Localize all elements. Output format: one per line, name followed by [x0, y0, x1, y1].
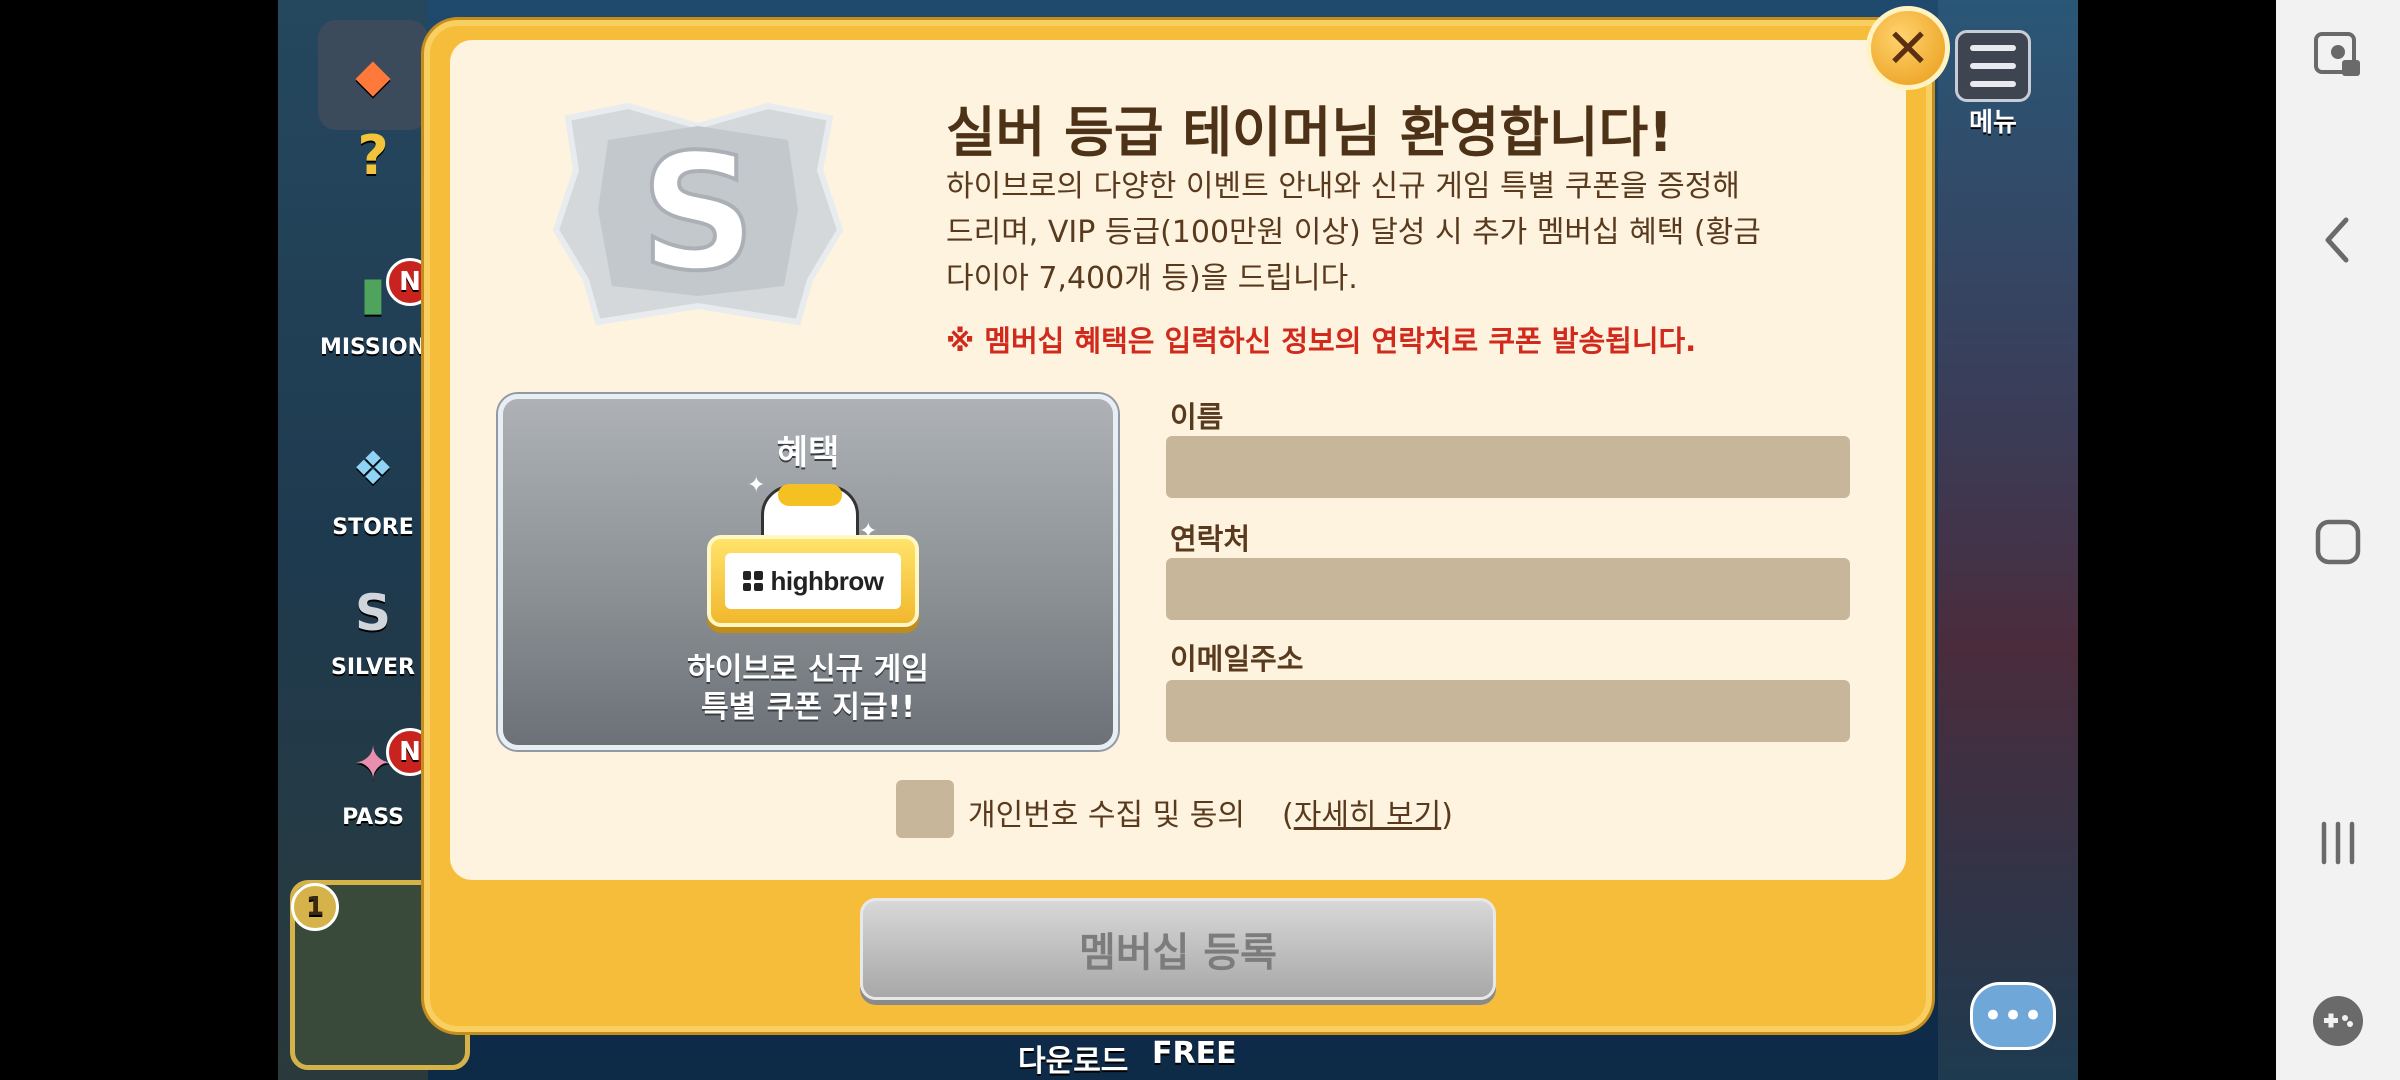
register-membership-button[interactable]: 멤버십 등록 [860, 898, 1496, 1000]
home-icon[interactable] [2276, 518, 2400, 566]
store-label: STORE [332, 515, 414, 540]
contact-label: 연락처 [1170, 522, 1251, 556]
emblem-letter: S [640, 119, 755, 306]
sparkle-icon: ✦ [747, 473, 766, 498]
help-icon[interactable]: ? [318, 110, 428, 200]
recents-icon[interactable] [2276, 820, 2400, 866]
silver-button[interactable]: S SILVER [318, 570, 428, 681]
coupon-brand: highbrow [770, 565, 884, 596]
close-button[interactable]: ✕ [1866, 6, 1950, 90]
dialog-title: 실버 등급 테이머님 환영합니다! [946, 101, 1673, 164]
benefit-caption-line2: 특별 쿠폰 지급!! [701, 690, 915, 725]
pass-button[interactable]: ✦ PASS N [318, 720, 434, 830]
benefit-card: 혜택 ✦ ✦ highbrow 하이브로 신규 게임 특별 쿠폰 지급!! [498, 394, 1118, 750]
benefit-caption: 하이브로 신규 게임 특별 쿠폰 지급!! [503, 651, 1113, 727]
touch-lock-icon[interactable] [2276, 30, 2400, 82]
menu-button[interactable]: 메뉴 [1938, 30, 2048, 150]
chat-bubble-icon: ••• [1982, 996, 2044, 1036]
coupon-notice: ※ 멤버십 혜택은 입력하신 정보의 연락처로 쿠폰 발송됩니다. [946, 324, 1697, 358]
benefit-caption-line1: 하이브로 신규 게임 [687, 652, 929, 687]
android-nav-bar [2276, 0, 2400, 1080]
consent-checkbox[interactable] [896, 780, 954, 838]
right-scenery [1938, 0, 2078, 1080]
silver-grade-emblem: S [552, 102, 844, 326]
menu-label: 메뉴 [1969, 108, 2017, 138]
consent-details-link-text[interactable]: 자세히 보기 [1294, 798, 1442, 833]
consent-details-link[interactable]: (자세히 보기) [1282, 790, 1453, 834]
back-icon[interactable] [2276, 214, 2400, 266]
name-label: 이름 [1170, 400, 1224, 434]
chat-button[interactable]: ••• [1970, 982, 2056, 1050]
game-launcher-icon[interactable] [2276, 994, 2400, 1048]
store-button[interactable]: ❖ STORE [318, 420, 428, 541]
silver-label: SILVER [330, 655, 415, 680]
mission-button[interactable]: ▮ MISSION N [318, 250, 434, 360]
download-label: 다운로드 [1018, 1044, 1129, 1079]
mission-label: MISSION [319, 335, 427, 360]
benefit-title: 혜택 [776, 433, 840, 473]
menu-icon [1955, 30, 2031, 102]
coupon-ticket: highbrow [707, 535, 919, 627]
dialog-description: 하이브로의 다양한 이벤트 안내와 신규 게임 특별 쿠폰을 증정해드리며, V… [946, 169, 1761, 296]
consent-label: 개인번호 수집 및 동의 [968, 798, 1246, 833]
free-label: FREE [1152, 1036, 1237, 1071]
pass-label: PASS [342, 805, 404, 830]
name-field[interactable] [1166, 436, 1850, 498]
contact-field[interactable] [1166, 558, 1850, 620]
email-field[interactable] [1166, 680, 1850, 742]
email-label: 이메일주소 [1170, 642, 1304, 676]
highbrow-logo-icon [742, 571, 763, 591]
level-badge: 1 [291, 883, 339, 931]
close-icon: ✕ [1885, 16, 1931, 80]
